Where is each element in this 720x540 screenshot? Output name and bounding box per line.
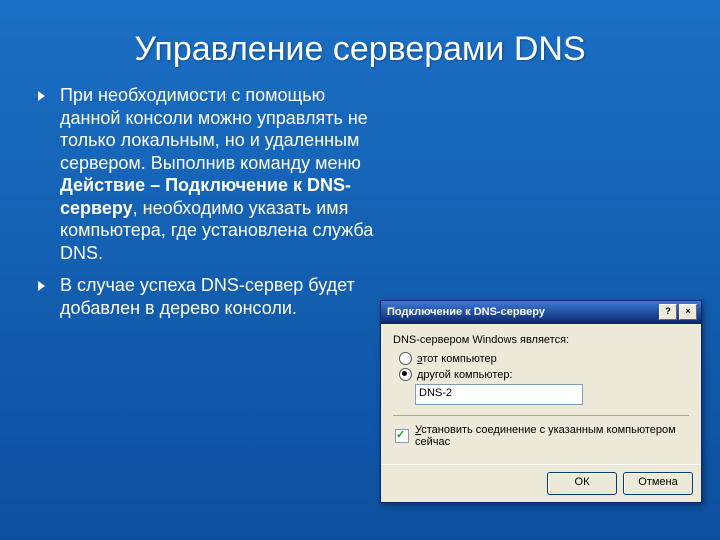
help-icon[interactable]: ? (659, 304, 677, 320)
ok-button[interactable]: ОК (547, 472, 617, 495)
dialog-titlebar[interactable]: Подключение к DNS-серверу ? × (381, 301, 701, 324)
computer-name-input[interactable]: DNS-2 (415, 384, 583, 405)
cancel-button[interactable]: Отмена (623, 472, 693, 495)
slide-body: При необходимости с помощью данной консо… (0, 79, 420, 319)
dialog-buttons: ОК Отмена (381, 464, 701, 502)
radio-other-computer[interactable]: другой компьютер: (399, 368, 689, 381)
bullet-text-pre: При необходимости с помощью данной консо… (60, 85, 368, 173)
connect-dns-dialog: Подключение к DNS-серверу ? × DNS-сервер… (380, 300, 702, 503)
radio-this-computer[interactable]: этот компьютер (399, 352, 689, 365)
radio-icon (399, 368, 412, 381)
bullet-item: При необходимости с помощью данной консо… (60, 84, 390, 264)
close-icon[interactable]: × (679, 304, 697, 320)
bullet-item: В случае успеха DNS-сервер будет добавле… (60, 274, 390, 319)
radio-icon (399, 352, 412, 365)
divider (393, 415, 689, 416)
dialog-body: DNS-сервером Windows является: этот комп… (381, 324, 701, 464)
radio-label: этот компьютер (417, 353, 497, 365)
checkbox-icon (395, 429, 409, 443)
radio-label: другой компьютер: (417, 369, 513, 381)
slide-title: Управление серверами DNS (0, 0, 720, 79)
dialog-title: Подключение к DNS-серверу (387, 306, 657, 318)
connect-now-checkbox[interactable]: Установить соединение с указанным компью… (395, 424, 689, 448)
section-label: DNS-сервером Windows является: (393, 334, 689, 346)
bullet-text-pre: В случае успеха DNS-сервер будет добавле… (60, 275, 355, 318)
checkbox-label: Установить соединение с указанным компью… (415, 424, 689, 448)
